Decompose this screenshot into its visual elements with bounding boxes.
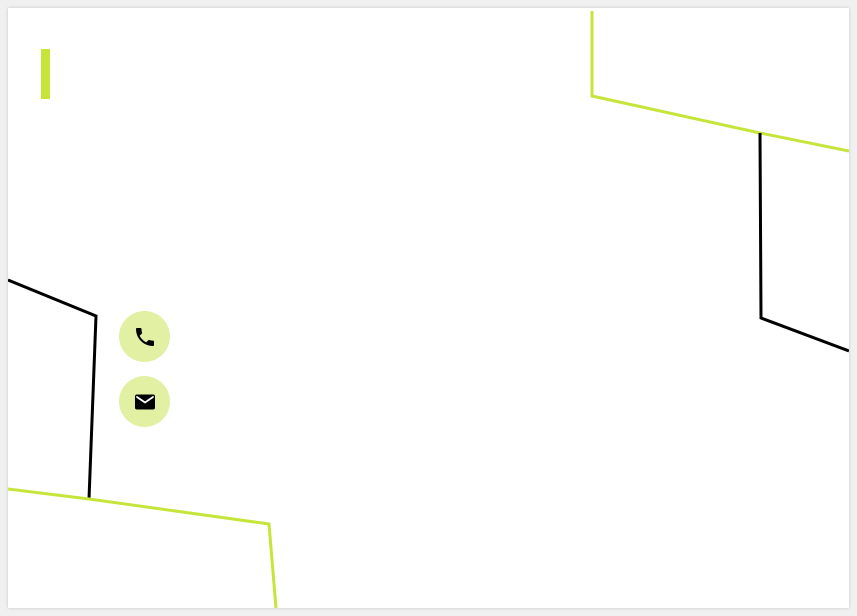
email-icon <box>133 390 157 414</box>
business-card <box>8 8 849 608</box>
phone-icon <box>133 325 157 349</box>
email-button[interactable] <box>119 376 170 427</box>
accent-line-top-right <box>590 11 849 153</box>
accent-bar <box>41 49 50 99</box>
decorative-lines <box>8 11 849 608</box>
accent-line-bottom-left <box>8 487 278 608</box>
ink-line-left <box>8 278 98 500</box>
phone-button[interactable] <box>119 311 170 362</box>
ink-line-right <box>758 132 849 353</box>
